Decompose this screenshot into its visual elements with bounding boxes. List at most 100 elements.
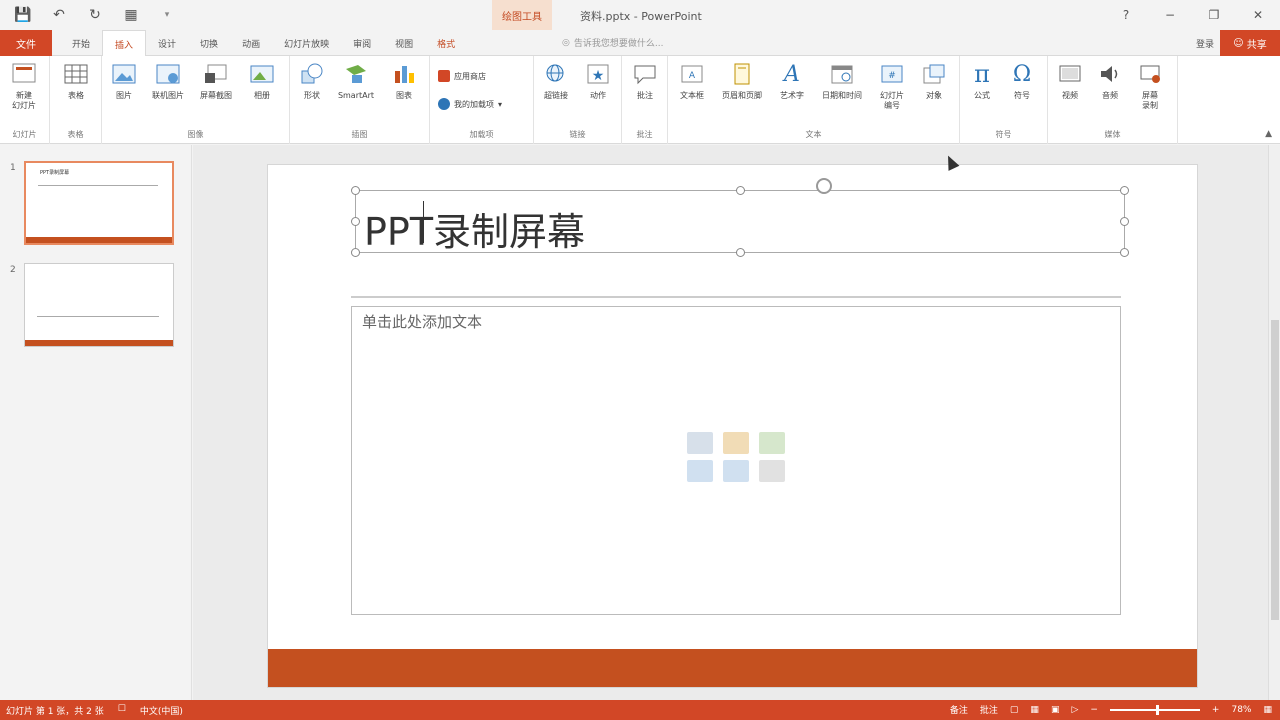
photo-album-button[interactable]: 相册	[242, 60, 282, 101]
sign-in-link[interactable]: 登录	[1196, 37, 1214, 50]
slide-number-button[interactable]: # 幻灯片 编号	[872, 60, 912, 111]
slide-thumbnail-2[interactable]	[24, 263, 174, 347]
online-pictures-button[interactable]: 联机图片	[148, 60, 188, 101]
start-from-beginning-icon[interactable]: ▦	[120, 5, 142, 25]
reading-view-icon[interactable]: ▣	[1051, 705, 1060, 715]
language[interactable]: 中文(中国)	[140, 704, 183, 717]
insert-online-picture-icon[interactable]	[723, 460, 749, 482]
screen-recording-button[interactable]: 屏幕 录制	[1130, 60, 1170, 111]
scroll-thumb[interactable]	[1271, 320, 1279, 620]
screenshot-button[interactable]: 屏幕截图	[196, 60, 236, 101]
insert-chart-icon[interactable]	[723, 432, 749, 454]
slide-thumbnail-1[interactable]: PPT录制屏幕	[24, 161, 174, 245]
resize-handle[interactable]	[351, 217, 360, 226]
zoom-level[interactable]: 78%	[1231, 705, 1251, 715]
group-media: 视频 音频 屏幕 录制 媒体	[1048, 56, 1178, 144]
zoom-thumb[interactable]	[1155, 704, 1159, 715]
store-button[interactable]: 应用商店	[438, 70, 486, 82]
save-icon[interactable]: 💾	[12, 5, 34, 25]
spellcheck-icon[interactable]: ☐	[118, 704, 126, 717]
new-slide-button[interactable]: 新建 幻灯片	[4, 60, 44, 111]
my-addins-button[interactable]: 我的加载项 ▾	[438, 98, 502, 110]
fit-slide-icon[interactable]: ▦	[1263, 705, 1272, 715]
vertical-scrollbar[interactable]	[1268, 145, 1280, 700]
notes-button[interactable]: 备注	[950, 703, 968, 716]
share-label: 共享	[1246, 39, 1267, 51]
title-placeholder[interactable]: PPT录制屏幕	[351, 178, 1129, 257]
shapes-button[interactable]: 形状	[292, 60, 332, 101]
tab-design[interactable]: 设计	[146, 30, 188, 56]
insert-video-icon[interactable]	[759, 460, 785, 482]
photo-album-icon	[248, 60, 276, 88]
tab-home[interactable]: 开始	[60, 30, 102, 56]
smartart-icon	[342, 60, 370, 88]
tab-format[interactable]: 格式	[425, 30, 467, 56]
insert-table-icon[interactable]	[687, 432, 713, 454]
redo-icon[interactable]: ↻	[84, 5, 106, 25]
content-placeholder[interactable]: 单击此处添加文本	[351, 306, 1121, 615]
undo-icon[interactable]: ↶	[48, 5, 70, 25]
minimize-icon[interactable]: −	[1148, 0, 1192, 30]
tab-animations[interactable]: 动画	[230, 30, 272, 56]
video-label: 视频	[1062, 91, 1078, 100]
group-label-text: 文本	[805, 130, 822, 139]
tab-slideshow[interactable]: 幻灯片放映	[272, 30, 341, 56]
audio-button[interactable]: 音频	[1090, 60, 1130, 101]
insert-picture-icon[interactable]	[687, 460, 713, 482]
collapse-ribbon-icon[interactable]: ▲	[1265, 129, 1272, 139]
comment-icon	[631, 60, 659, 88]
table-button[interactable]: 表格	[56, 60, 96, 101]
customize-qat-icon[interactable]: ▾	[156, 5, 178, 25]
slide-number-icon: #	[878, 60, 906, 88]
tab-review[interactable]: 审阅	[341, 30, 383, 56]
tell-me-box[interactable]: ◎ 告诉我您想要做什么...	[562, 36, 663, 50]
slide-title[interactable]: PPT录制屏幕	[364, 201, 585, 256]
wordart-button[interactable]: A 艺术字	[772, 60, 812, 101]
header-footer-button[interactable]: 页眉和页脚	[722, 60, 762, 101]
smartart-button[interactable]: SmartArt	[336, 60, 376, 101]
action-button[interactable]: ★ 动作	[578, 60, 618, 101]
resize-handle[interactable]	[1120, 248, 1129, 257]
share-button[interactable]: ☺ 共享	[1220, 30, 1280, 56]
tab-transitions[interactable]: 切换	[188, 30, 230, 56]
normal-view-icon[interactable]: ▢	[1010, 705, 1019, 715]
help-icon[interactable]: ?	[1104, 0, 1148, 30]
textbox-button[interactable]: A 文本框	[672, 60, 712, 101]
equation-button[interactable]: π 公式	[962, 60, 1002, 101]
comments-button[interactable]: 批注	[980, 703, 998, 716]
insert-smartart-icon[interactable]	[759, 432, 785, 454]
header-footer-icon	[728, 60, 756, 88]
resize-handle[interactable]	[1120, 186, 1129, 195]
tab-insert[interactable]: 插入	[102, 30, 147, 57]
video-button[interactable]: 视频	[1050, 60, 1090, 101]
tab-file[interactable]: 文件	[0, 30, 52, 56]
close-icon[interactable]: ✕	[1236, 0, 1280, 30]
tab-view[interactable]: 视图	[383, 30, 425, 56]
pictures-button[interactable]: 图片	[104, 60, 144, 101]
zoom-in-button[interactable]: +	[1212, 705, 1220, 715]
group-slides: 新建 幻灯片 幻灯片	[0, 56, 50, 144]
zoom-slider[interactable]	[1109, 704, 1200, 715]
resize-handle[interactable]	[736, 186, 745, 195]
zoom-out-button[interactable]: −	[1090, 705, 1098, 715]
symbol-label: 符号	[1014, 91, 1030, 100]
resize-handle[interactable]	[351, 248, 360, 257]
resize-handle[interactable]	[351, 186, 360, 195]
wordart-label: 艺术字	[780, 91, 804, 100]
slide-sorter-icon[interactable]: ▦	[1030, 705, 1039, 715]
chart-button[interactable]: 图表	[384, 60, 424, 101]
title-divider	[351, 296, 1121, 298]
svg-text:#: #	[888, 71, 896, 81]
symbol-button[interactable]: Ω 符号	[1002, 60, 1042, 101]
hyperlink-button[interactable]: 超链接	[536, 60, 576, 101]
resize-handle[interactable]	[736, 248, 745, 257]
comment-button[interactable]: 批注	[625, 60, 665, 101]
restore-icon[interactable]: ❐	[1192, 0, 1236, 30]
thumb-rule-1	[38, 185, 158, 186]
object-button[interactable]: 对象	[914, 60, 954, 101]
globe-link-icon	[542, 60, 570, 88]
date-time-button[interactable]: 日期和时间	[822, 60, 862, 101]
resize-handle[interactable]	[1120, 217, 1129, 226]
rotate-handle-icon[interactable]	[816, 178, 832, 194]
slideshow-icon[interactable]: ▷	[1071, 705, 1078, 715]
